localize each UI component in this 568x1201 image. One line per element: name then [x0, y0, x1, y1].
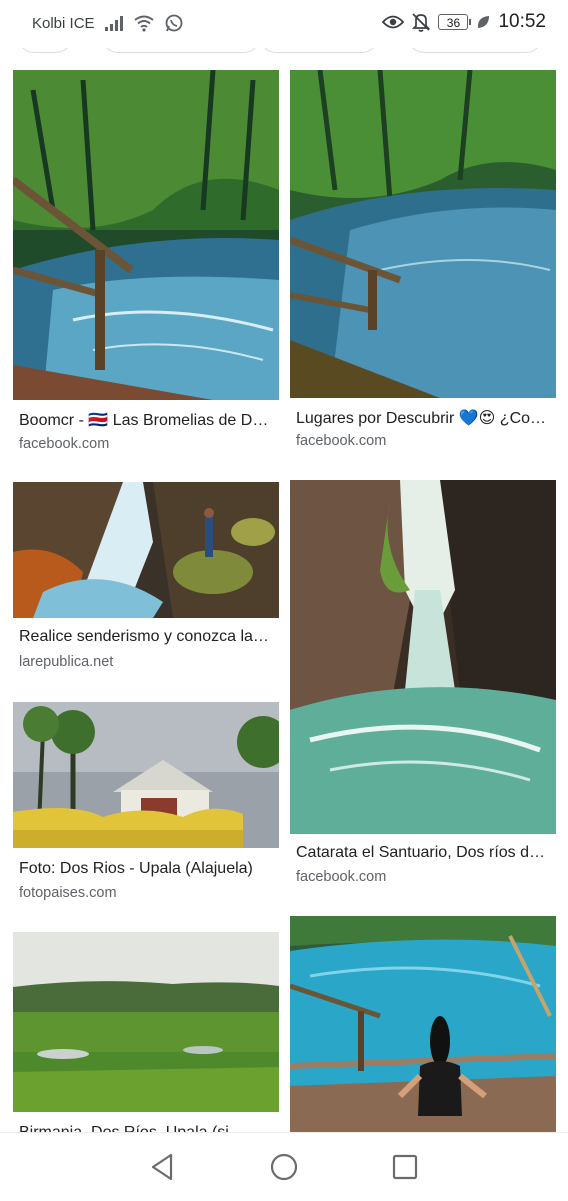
result-thumbnail[interactable]: [13, 482, 279, 618]
status-bar: Kolbi ICE 36 10:52: [0, 0, 568, 48]
whatsapp-icon: [165, 14, 182, 32]
status-left: Kolbi ICE: [32, 14, 183, 32]
eye-icon: [382, 15, 405, 29]
leaf-icon: [478, 16, 490, 28]
home-button[interactable]: [268, 1151, 300, 1183]
signal-icon: [104, 15, 123, 31]
canyon-hikers-image: [13, 482, 279, 618]
image-result[interactable]: Catarata el Santuario, Dos ríos de Upala…: [290, 480, 556, 890]
santuario-waterfall-image: [290, 480, 556, 834]
result-thumbnail[interactable]: [13, 70, 279, 400]
green-field-image: [13, 932, 279, 1112]
result-source: facebook.com: [296, 869, 387, 885]
carrier-label: Kolbi ICE: [32, 14, 95, 32]
result-source: facebook.com: [296, 433, 387, 449]
recents-button[interactable]: [389, 1151, 421, 1183]
river-stairs-image: [290, 70, 556, 398]
system-nav-bar: [0, 1132, 568, 1201]
image-result[interactable]: Lugares por Descubrir 💙😍 ¿Conoces este l…: [290, 70, 556, 465]
back-button[interactable]: [146, 1151, 178, 1183]
image-result[interactable]: [290, 916, 556, 1132]
result-title[interactable]: Realice senderismo y conozca las catarat…: [19, 628, 275, 646]
bell-off-icon: [412, 13, 431, 32]
result-thumbnail[interactable]: [290, 70, 556, 398]
result-title[interactable]: Boomcr - 🇨🇷 Las Bromelias de Dos Ríos: [19, 410, 275, 430]
image-result[interactable]: Foto: Dos Rios - Upala (Alajuela) fotopa…: [13, 702, 279, 912]
result-thumbnail[interactable]: [290, 916, 556, 1132]
result-source: facebook.com: [19, 436, 110, 452]
battery-icon: 36: [438, 14, 472, 30]
back-icon: [151, 1153, 173, 1181]
home-icon: [270, 1153, 298, 1181]
result-title[interactable]: Catarata el Santuario, Dos ríos de Upala: [296, 844, 552, 862]
recents-icon: [392, 1154, 418, 1180]
wifi-icon: [133, 15, 154, 32]
result-thumbnail[interactable]: [13, 932, 279, 1112]
house-palms-image: [13, 702, 279, 848]
result-thumbnail[interactable]: [290, 480, 556, 834]
result-thumbnail[interactable]: [13, 702, 279, 848]
woman-pool-image: [290, 916, 556, 1132]
result-source: larepublica.net: [19, 654, 114, 670]
result-title[interactable]: Lugares por Descubrir 💙😍 ¿Conoces este l…: [296, 408, 552, 428]
image-result[interactable]: Birmania, Dos Ríos, Upala (si...: [13, 932, 279, 1141]
result-source: fotopaises.com: [19, 885, 117, 901]
image-result[interactable]: Realice senderismo y conozca las catarat…: [13, 482, 279, 682]
image-result[interactable]: Boomcr - 🇨🇷 Las Bromelias de Dos Ríos fa…: [13, 70, 279, 465]
clock: 10:52: [498, 11, 546, 32]
status-right: 36 10:52: [382, 11, 546, 33]
waterfall-pool-image: [13, 70, 279, 400]
result-title[interactable]: Foto: Dos Rios - Upala (Alajuela): [19, 860, 275, 878]
